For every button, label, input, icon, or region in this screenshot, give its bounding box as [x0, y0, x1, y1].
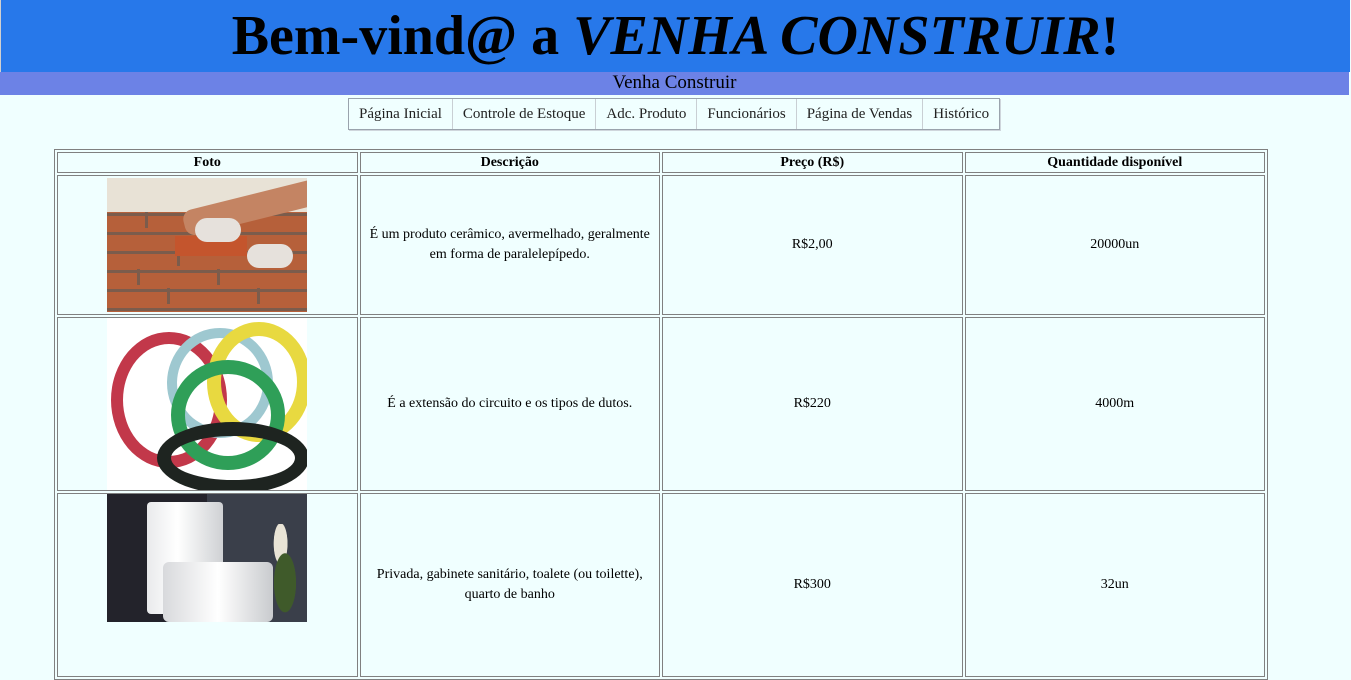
title-brand: VENHA CONSTRUIR: [573, 5, 1101, 67]
table-row: É a extensão do circuito e os tipos de d…: [57, 317, 1265, 491]
description-cell: Privada, gabinete sanitário, toalete (ou…: [359, 493, 660, 677]
column-header-foto: Foto: [57, 152, 358, 173]
nav-link-pagina-inicial[interactable]: Página Inicial: [349, 99, 453, 129]
price-cell: R$220: [662, 317, 963, 491]
title-prefix: Bem-vind@ a: [231, 5, 574, 67]
column-header-preco: Preço (R$): [662, 152, 963, 173]
title-suffix: !: [1100, 5, 1120, 67]
quantity-cell: 20000un: [964, 175, 1265, 315]
photo-cell: [57, 317, 358, 491]
nav-link-adc-produto[interactable]: Adc. Produto: [596, 99, 698, 129]
table-row: É um produto cerâmico, avermelhado, gera…: [57, 175, 1265, 315]
quantity-cell: 4000m: [964, 317, 1265, 491]
nav-link-funcionarios[interactable]: Funcionários: [697, 99, 797, 129]
nav-link-historico[interactable]: Histórico: [923, 99, 999, 129]
table-row: Privada, gabinete sanitário, toalete (ou…: [57, 493, 1265, 677]
toilet-photo: [107, 494, 308, 622]
page-title: Bem-vind@ a VENHA CONSTRUIR!: [1, 0, 1350, 67]
price-cell: R$300: [662, 493, 963, 677]
column-header-quantidade: Quantidade disponível: [964, 152, 1265, 173]
column-header-descricao: Descrição: [359, 152, 660, 173]
photo-cell: [57, 493, 358, 677]
nav-link-controle-de-estoque[interactable]: Controle de Estoque: [453, 99, 597, 129]
table-header-row: Foto Descrição Preço (R$) Quantidade dis…: [57, 152, 1265, 173]
wire-coils-photo: [107, 318, 308, 490]
description-cell: É um produto cerâmico, avermelhado, gera…: [359, 175, 660, 315]
photo-cell: [57, 175, 358, 315]
nav-link-pagina-de-vendas[interactable]: Página de Vendas: [797, 99, 924, 129]
bricks-photo: [107, 178, 308, 312]
description-cell: É a extensão do circuito e os tipos de d…: [359, 317, 660, 491]
price-cell: R$2,00: [662, 175, 963, 315]
products-table: Foto Descrição Preço (R$) Quantidade dis…: [54, 149, 1268, 680]
quantity-cell: 32un: [964, 493, 1265, 677]
site-subtitle: Venha Construir: [612, 72, 737, 93]
site-banner: Bem-vind@ a VENHA CONSTRUIR!: [0, 0, 1350, 72]
main-nav: Página Inicial Controle de Estoque Adc. …: [348, 98, 1001, 130]
site-subtitle-bar: Venha Construir: [0, 72, 1349, 95]
